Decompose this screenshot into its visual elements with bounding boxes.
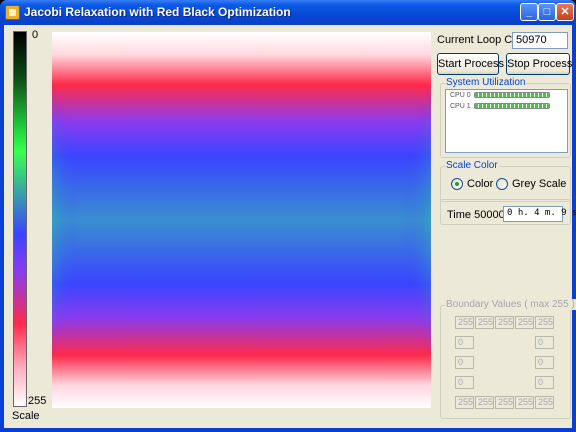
boundary-left-field[interactable]: 0 bbox=[455, 356, 474, 369]
app-window: Jacobi Relaxation with Red Black Optimiz… bbox=[0, 0, 576, 432]
minimize-button[interactable]: _ bbox=[520, 3, 538, 21]
cpu-0-label: CPU 0 bbox=[450, 92, 471, 99]
color-radio[interactable] bbox=[451, 178, 463, 190]
scale-bottom-value: 255 bbox=[28, 395, 47, 407]
loop-count-field[interactable]: 50970 bbox=[512, 32, 568, 49]
boundary-bottom-field[interactable]: 255 bbox=[495, 396, 514, 409]
boundary-right-field[interactable]: 0 bbox=[535, 336, 554, 349]
boundary-bottom-field[interactable]: 255 bbox=[455, 396, 474, 409]
boundary-right-field[interactable]: 0 bbox=[535, 356, 554, 369]
system-utilization-group: System Utilization CPU 0 CPU 1 bbox=[440, 77, 571, 158]
boundary-top-field[interactable]: 255 bbox=[475, 316, 494, 329]
scale-label: Scale bbox=[12, 410, 40, 422]
scale-color-title: Scale Color bbox=[445, 160, 499, 171]
grey-scale-radio[interactable] bbox=[496, 178, 508, 190]
cpu-0-usage-bar bbox=[474, 92, 550, 98]
maximize-button[interactable]: □ bbox=[538, 3, 556, 21]
system-utilization-title: System Utilization bbox=[445, 77, 527, 88]
cpu-1-usage-bar bbox=[474, 103, 550, 109]
stop-process-button[interactable]: Stop Process bbox=[506, 53, 572, 75]
boundary-left-field[interactable]: 0 bbox=[455, 376, 474, 389]
boundary-top-field[interactable]: 255 bbox=[495, 316, 514, 329]
color-scale-bar bbox=[13, 31, 27, 407]
boundary-values-group: Boundary Values ( max 255 ) 255 255 255 … bbox=[440, 299, 576, 419]
scale-color-group: Scale Color Color Grey Scale bbox=[440, 160, 571, 202]
time-label: Time 50000 : bbox=[447, 209, 511, 221]
boundary-bottom-field[interactable]: 255 bbox=[475, 396, 494, 409]
relaxation-heatmap bbox=[52, 32, 431, 408]
cpu-list: CPU 0 CPU 1 bbox=[445, 89, 568, 153]
grey-scale-radio-label[interactable]: Grey Scale bbox=[512, 178, 566, 190]
boundary-top-field[interactable]: 255 bbox=[515, 316, 534, 329]
client-area: 0 255 Scale Current Loop Count 50970 Sta… bbox=[4, 25, 576, 428]
boundary-top-field[interactable]: 255 bbox=[535, 316, 554, 329]
boundary-bottom-field[interactable]: 255 bbox=[535, 396, 554, 409]
close-button[interactable]: ✕ bbox=[556, 3, 574, 21]
cpu-1-label: CPU 1 bbox=[450, 103, 471, 110]
scale-top-value: 0 bbox=[32, 29, 39, 41]
color-radio-label[interactable]: Color bbox=[467, 178, 493, 190]
boundary-top-field[interactable]: 255 bbox=[455, 316, 474, 329]
app-icon[interactable] bbox=[5, 5, 20, 20]
cpu-1-usage-fill bbox=[475, 104, 549, 108]
time-field[interactable]: 0 h. 4 m. 9 s. bbox=[503, 206, 576, 222]
start-process-button[interactable]: Start Process bbox=[437, 53, 504, 75]
title-bar[interactable]: Jacobi Relaxation with Red Black Optimiz… bbox=[0, 0, 576, 25]
time-group: Time 50000 : 0 h. 4 m. 9 s. bbox=[440, 199, 576, 225]
boundary-right-field[interactable]: 0 bbox=[535, 376, 554, 389]
boundary-bottom-field[interactable]: 255 bbox=[515, 396, 534, 409]
window-title: Jacobi Relaxation with Red Black Optimiz… bbox=[24, 5, 291, 19]
boundary-values-title: Boundary Values ( max 255 ) bbox=[445, 299, 576, 310]
boundary-left-field[interactable]: 0 bbox=[455, 336, 474, 349]
cpu-0-usage-fill bbox=[475, 93, 549, 97]
